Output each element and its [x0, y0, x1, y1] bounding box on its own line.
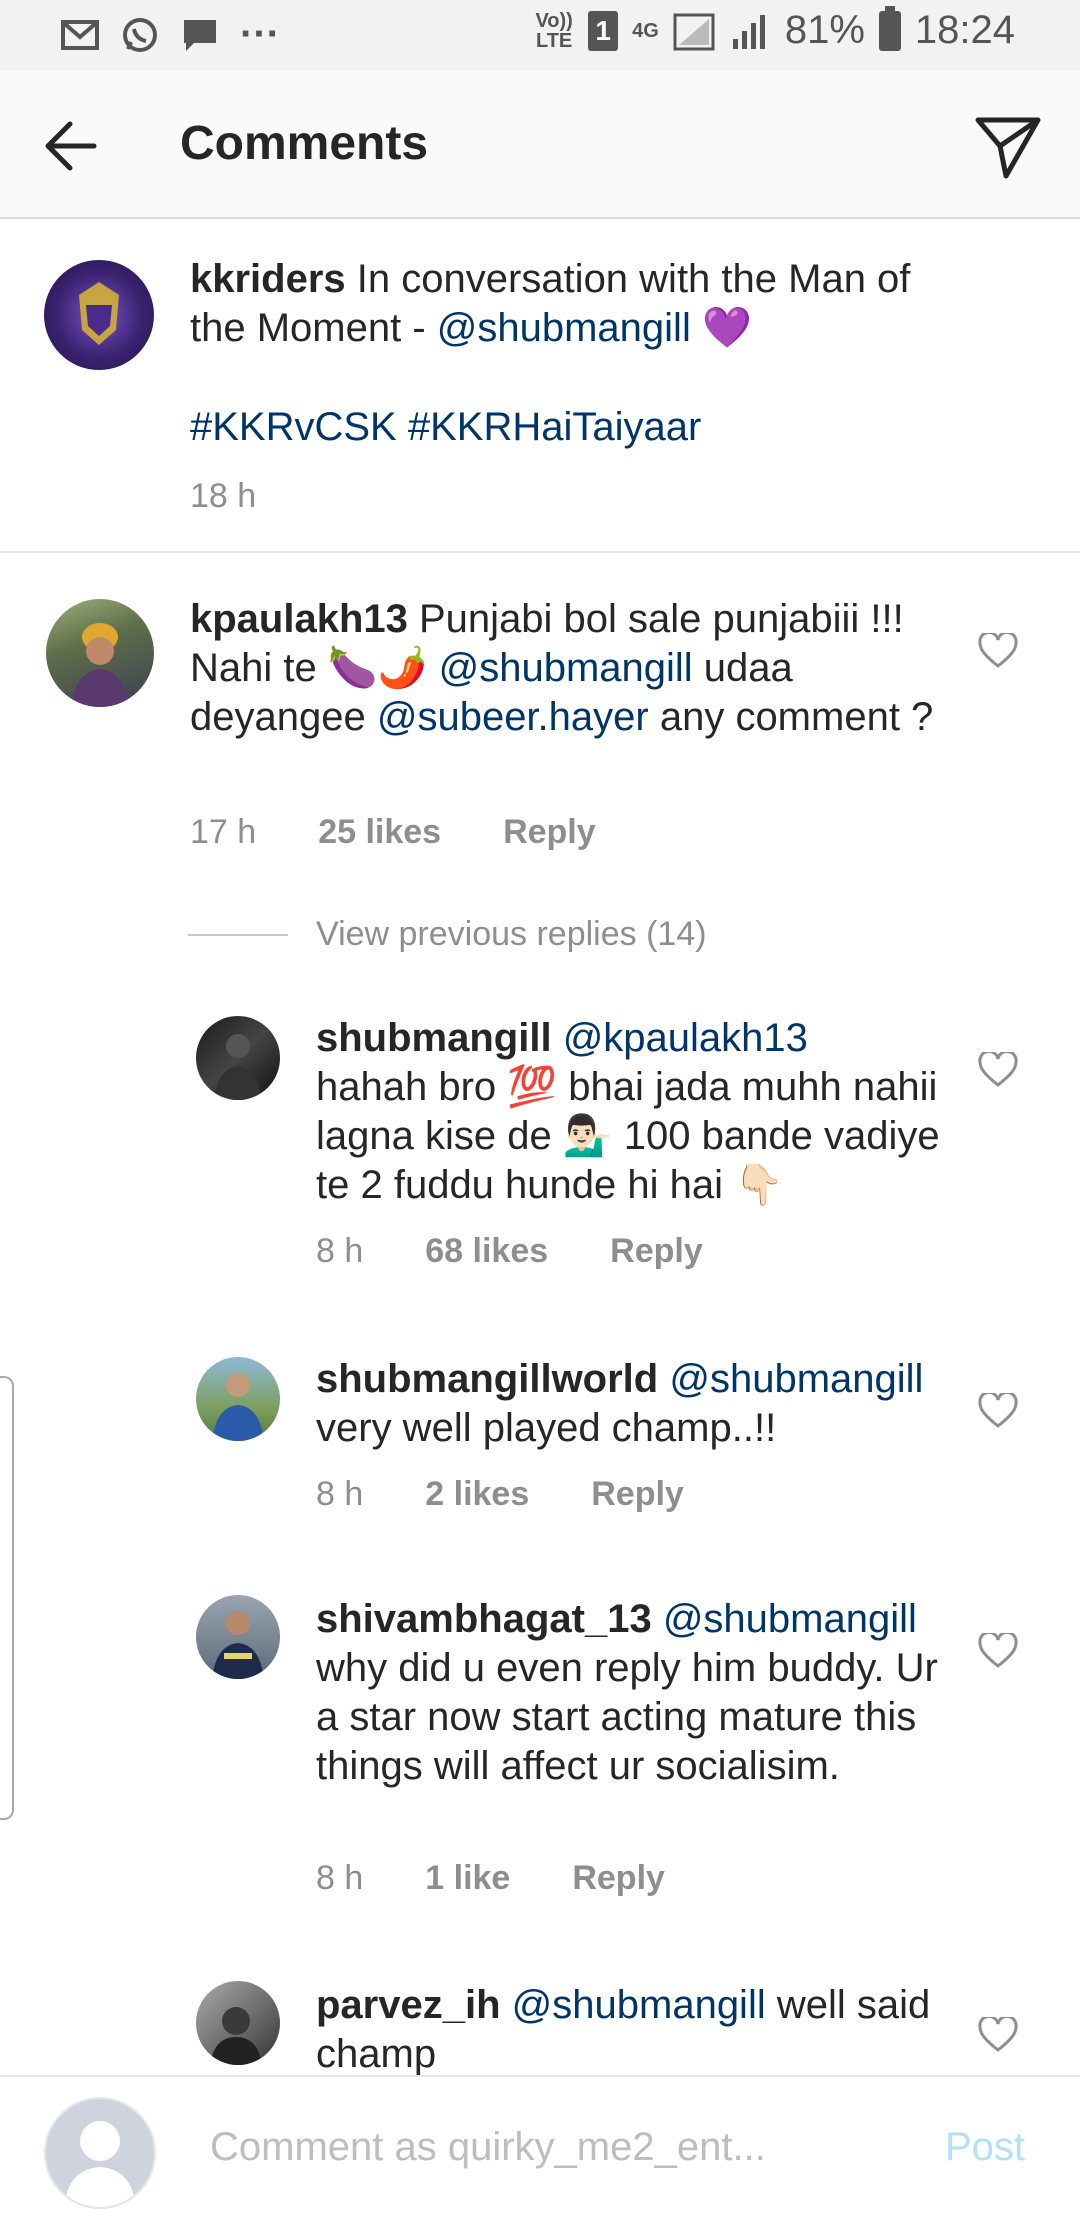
person-photo-icon	[70, 623, 130, 707]
timestamp: 8 h	[316, 1859, 364, 1897]
likes-count[interactable]: 25 likes	[318, 813, 441, 852]
comment-body: hahah bro	[316, 1065, 508, 1109]
view-previous-replies[interactable]: View previous replies (14)	[188, 915, 707, 954]
list-item: shubmangill @kpaulakh13 hahah bro 💯 bhai…	[0, 1000, 1080, 1310]
avatar[interactable]	[196, 1595, 280, 1679]
sim-indicator: 1	[588, 10, 619, 51]
whatsapp-icon	[123, 17, 157, 52]
comment-text: parvez_ih @shubmangill well said champ	[316, 1981, 966, 2075]
more-dots-icon: ···	[240, 12, 280, 56]
caption-text: kkriders In conversation with the Man of…	[190, 255, 970, 353]
direct-message-icon[interactable]	[972, 110, 1044, 182]
kkr-logo-icon	[79, 282, 119, 345]
mention-link[interactable]: @shubmangill	[663, 1597, 917, 1641]
avatar[interactable]	[196, 1981, 280, 2065]
comment-meta: 8 h 68 likes Reply	[316, 1232, 703, 1271]
list-item: parvez_ih @shubmangill well said champ	[0, 1975, 1080, 2075]
comment-meta: 8 h 1 like Reply	[316, 1859, 665, 1898]
username[interactable]: shubmangill	[316, 1016, 552, 1060]
username[interactable]: parvez_ih	[316, 1983, 501, 2027]
hashtags[interactable]: #KKRvCSK #KKRHaiTaiyaar	[190, 403, 701, 452]
reply-button[interactable]: Reply	[503, 813, 596, 852]
gmail-icon	[61, 19, 99, 50]
username[interactable]: shivambhagat_13	[316, 1597, 652, 1641]
heart-icon[interactable]	[978, 1633, 1018, 1669]
heart-icon[interactable]	[978, 1393, 1018, 1429]
comment-meta: 17 h 25 likes Reply	[190, 813, 596, 852]
comment-body: very well played champ..!!	[316, 1406, 777, 1450]
person-photo-icon	[212, 1611, 264, 1679]
person-photo-icon	[214, 1034, 262, 1100]
likes-count[interactable]: 68 likes	[425, 1232, 548, 1271]
comment-body: why did u even reply him buddy. Ur a sta…	[316, 1646, 938, 1788]
comment-body	[427, 646, 438, 690]
post-caption: kkriders In conversation with the Man of…	[0, 217, 1080, 553]
person-photo-icon	[212, 1373, 264, 1441]
comment-text: kpaulakh13 Punjabi bol sale punjabiii !!…	[190, 595, 940, 742]
back-arrow-icon[interactable]	[40, 116, 100, 176]
purple-heart-emoji: 💜	[701, 306, 752, 350]
battery-icon	[878, 5, 901, 51]
username[interactable]: kkriders	[190, 257, 346, 301]
likes-count[interactable]: 1 like	[425, 1859, 510, 1898]
heart-icon[interactable]	[978, 2017, 1018, 2053]
page-title: Comments	[180, 117, 429, 170]
comment-text: shivambhagat_13 @shubmangill why did u e…	[316, 1595, 966, 1791]
mention-link[interactable]: @shubmangill	[439, 646, 693, 690]
list-item: shivambhagat_13 @shubmangill why did u e…	[0, 1585, 1080, 1915]
signal-2-icon	[732, 14, 765, 49]
comment-meta: 8 h 2 likes Reply	[316, 1475, 684, 1514]
comment-input[interactable]: Comment as quirky_me2_ent...	[210, 2125, 766, 2170]
avatar[interactable]	[196, 1016, 280, 1100]
username[interactable]: kpaulakh13	[190, 597, 408, 641]
reply-button[interactable]: Reply	[572, 1859, 665, 1898]
view-previous-label[interactable]: View previous replies (14)	[316, 915, 707, 954]
caption-meta: 18 h	[190, 477, 256, 516]
mention-link[interactable]: @kpaulakh13	[563, 1016, 808, 1060]
post-button[interactable]: Post	[945, 2125, 1025, 2170]
mention-link[interactable]: @subeer.hayer	[377, 695, 649, 739]
avatar[interactable]	[46, 599, 154, 707]
volte-indicator: Vo)) LTE	[535, 9, 573, 52]
comment-composer: Comment as quirky_me2_ent... Post	[0, 2075, 1080, 2222]
person-photo-icon	[210, 2007, 262, 2065]
reply-button[interactable]: Reply	[591, 1475, 684, 1514]
heart-icon[interactable]	[978, 1052, 1018, 1088]
likes-count[interactable]: 2 likes	[425, 1475, 529, 1514]
timestamp: 17 h	[190, 813, 257, 851]
comment-text: shubmangill @kpaulakh13 hahah bro 💯 bhai…	[316, 1014, 956, 1210]
battery-percent: 81%	[784, 8, 865, 52]
avatar	[44, 2097, 156, 2209]
timestamp: 18 h	[190, 477, 257, 515]
list-item: shubmangillworld @shubmangill very well …	[0, 1345, 1080, 1545]
signal-icon	[673, 13, 715, 50]
emoji: 🍆🌶️	[327, 646, 428, 690]
mention-link[interactable]: @shubmangill	[512, 1983, 766, 2027]
emoji: 👇🏻	[734, 1163, 784, 1207]
reply-button[interactable]: Reply	[610, 1232, 703, 1271]
avatar[interactable]	[44, 260, 154, 370]
emoji: 💯	[507, 1065, 558, 1109]
heart-icon[interactable]	[978, 633, 1018, 669]
edge-panel-handle[interactable]	[0, 1376, 14, 1820]
mention-link[interactable]: @shubmangill	[669, 1357, 923, 1401]
list-item: kpaulakh13 Punjabi bol sale punjabiii !!…	[0, 551, 1080, 871]
timestamp: 8 h	[316, 1475, 364, 1513]
timestamp: 8 h	[316, 1232, 364, 1270]
emoji: 💁🏻‍♂️	[562, 1114, 613, 1158]
status-bar: ··· Vo)) LTE 1 4G 81% 18:24	[0, 0, 1080, 70]
network-type: 4G	[632, 19, 659, 42]
avatar[interactable]	[196, 1357, 280, 1441]
clock: 18:24	[914, 8, 1015, 52]
message-icon	[184, 19, 216, 51]
comment-text: shubmangillworld @shubmangill very well …	[316, 1355, 966, 1453]
username[interactable]: shubmangillworld	[316, 1357, 658, 1401]
comment-body: any comment ?	[648, 695, 934, 739]
app-bar: Comments	[0, 70, 1080, 219]
default-avatar-icon	[64, 2121, 136, 2207]
mention-link[interactable]: @shubmangill	[437, 306, 691, 350]
divider	[188, 933, 288, 936]
